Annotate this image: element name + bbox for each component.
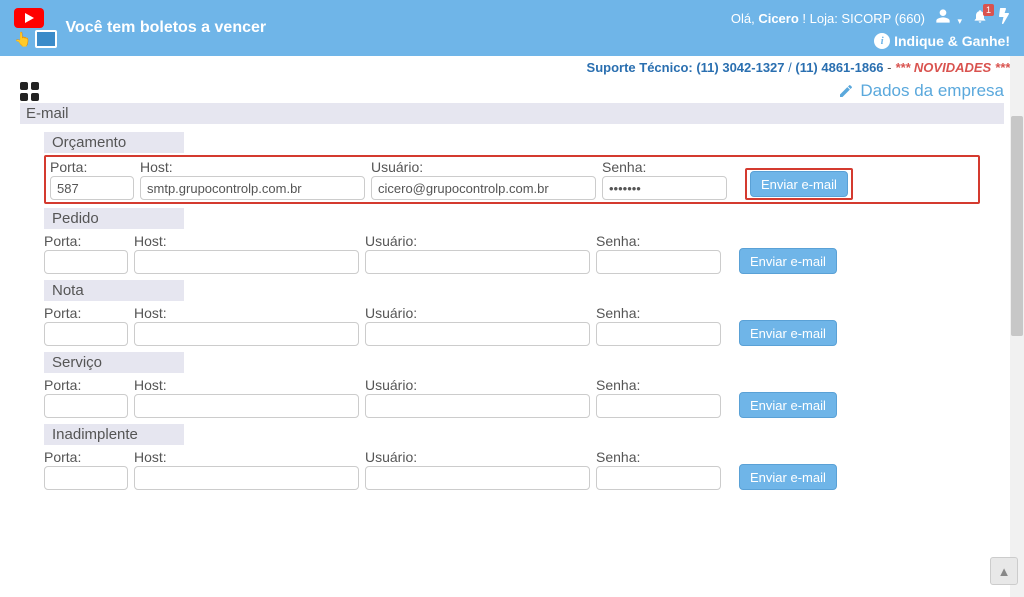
send-button-wrap-orcamento: Enviar e-mail: [745, 168, 853, 200]
orcamento-host-input[interactable]: [140, 176, 365, 200]
user-name: Cicero: [758, 11, 798, 26]
support-phone-2[interactable]: (11) 4861-1866: [795, 60, 883, 75]
nota-usuario-input[interactable]: [365, 322, 590, 346]
orcamento-porta-input[interactable]: [50, 176, 134, 200]
servico-senha-input[interactable]: [596, 394, 721, 418]
bell-icon[interactable]: 1: [972, 8, 988, 29]
section-title-nota: Nota: [44, 280, 184, 301]
nota-porta-input[interactable]: [44, 322, 128, 346]
pedido-senha-input[interactable]: [596, 250, 721, 274]
label-host: Host:: [134, 305, 359, 321]
servico-usuario-input[interactable]: [365, 394, 590, 418]
label-host: Host:: [134, 377, 359, 393]
user-icon[interactable]: ▾: [935, 8, 962, 29]
label-senha: Senha:: [596, 449, 721, 465]
label-usuario: Usuário:: [365, 449, 590, 465]
inadimplente-senha-input[interactable]: [596, 466, 721, 490]
indique-ganhe-link[interactable]: i Indique & Ganhe!: [874, 33, 1010, 49]
inadimplente-host-input[interactable]: [134, 466, 359, 490]
inadimplente-porta-input[interactable]: [44, 466, 128, 490]
inadimplente-enviar-button[interactable]: Enviar e-mail: [739, 464, 837, 490]
content: Dados da empresa E-mail Orçamento Porta:…: [0, 79, 1024, 516]
label-porta: Porta:: [44, 305, 128, 321]
section-nota: Nota Porta: Host: Usuário: Senha: Enviar…: [44, 280, 980, 348]
section-title-pedido: Pedido: [44, 208, 184, 229]
info-icon: i: [874, 33, 890, 49]
label-host: Host:: [134, 449, 359, 465]
novidades-link[interactable]: *** NOVIDADES ***: [895, 60, 1010, 75]
label-senha: Senha:: [596, 305, 721, 321]
nota-senha-input[interactable]: [596, 322, 721, 346]
apps-grid-icon[interactable]: [20, 82, 39, 101]
youtube-icon[interactable]: [14, 8, 44, 28]
monitor-icon[interactable]: [35, 30, 57, 48]
caret-down-icon: ▾: [957, 16, 962, 26]
label-host: Host:: [140, 159, 365, 175]
vertical-scrollbar[interactable]: [1010, 56, 1024, 597]
orcamento-senha-input[interactable]: [602, 176, 727, 200]
nota-enviar-button[interactable]: Enviar e-mail: [739, 320, 837, 346]
form-row-servico: Porta: Host: Usuário: Senha: Enviar e-ma…: [44, 375, 980, 420]
inadimplente-usuario-input[interactable]: [365, 466, 590, 490]
section-orcamento: Orçamento Porta: Host: Usuário: Senha: E…: [44, 132, 980, 204]
label-porta: Porta:: [50, 159, 134, 175]
topbar-icons: ▾ 1: [935, 8, 1010, 29]
section-pedido: Pedido Porta: Host: Usuário: Senha: Envi…: [44, 208, 980, 276]
label-senha: Senha:: [596, 377, 721, 393]
label-porta: Porta:: [44, 449, 128, 465]
dados-empresa-link[interactable]: Dados da empresa: [838, 81, 1004, 101]
form-row-inadimplente: Porta: Host: Usuário: Senha: Enviar e-ma…: [44, 447, 980, 492]
pedido-porta-input[interactable]: [44, 250, 128, 274]
pedido-enviar-button[interactable]: Enviar e-mail: [739, 248, 837, 274]
page-heading: E-mail: [20, 103, 1004, 124]
topbar-right: Olá, Cicero ! Loja: SICORP (660) ▾ 1 i I…: [731, 8, 1010, 49]
form-row-pedido: Porta: Host: Usuário: Senha: Enviar e-ma…: [44, 231, 980, 276]
form-row-orcamento: Porta: Host: Usuário: Senha: Enviar e-ma…: [44, 155, 980, 204]
label-usuario: Usuário:: [365, 305, 590, 321]
section-title-inadimplente: Inadimplente: [44, 424, 184, 445]
label-usuario: Usuário:: [365, 233, 590, 249]
section-inadimplente: Inadimplente Porta: Host: Usuário: Senha…: [44, 424, 980, 492]
bolt-icon[interactable]: [998, 8, 1010, 29]
servico-host-input[interactable]: [134, 394, 359, 418]
notification-badge: 1: [983, 4, 994, 16]
section-servico: Serviço Porta: Host: Usuário: Senha: Env…: [44, 352, 980, 420]
orcamento-enviar-button[interactable]: Enviar e-mail: [750, 171, 848, 197]
support-phone-1[interactable]: (11) 3042-1327: [696, 60, 784, 75]
topbar-left: 👆 Você tem boletos a vencer: [14, 8, 266, 48]
edit-icon: [838, 83, 854, 99]
servico-enviar-button[interactable]: Enviar e-mail: [739, 392, 837, 418]
boleto-warning-text[interactable]: Você tem boletos a vencer: [65, 19, 266, 37]
label-senha: Senha:: [596, 233, 721, 249]
label-usuario: Usuário:: [371, 159, 596, 175]
scroll-top-button[interactable]: ▲: [990, 557, 1018, 585]
servico-porta-input[interactable]: [44, 394, 128, 418]
greeting-text: Olá, Cicero ! Loja: SICORP (660): [731, 11, 925, 26]
label-senha: Senha:: [602, 159, 727, 175]
label-porta: Porta:: [44, 377, 128, 393]
pedido-usuario-input[interactable]: [365, 250, 590, 274]
support-bar: Suporte Técnico: (11) 3042-1327 / (11) 4…: [0, 56, 1024, 79]
topbar: 👆 Você tem boletos a vencer Olá, Cicero …: [0, 0, 1024, 56]
section-title-servico: Serviço: [44, 352, 184, 373]
topbar-user-row: Olá, Cicero ! Loja: SICORP (660) ▾ 1: [731, 8, 1010, 29]
toolbar: Dados da empresa: [20, 81, 1004, 101]
orcamento-usuario-input[interactable]: [371, 176, 596, 200]
hand-point-icon: 👆: [14, 31, 31, 48]
support-label: Suporte Técnico:: [587, 60, 697, 75]
nota-host-input[interactable]: [134, 322, 359, 346]
label-usuario: Usuário:: [365, 377, 590, 393]
form-row-nota: Porta: Host: Usuário: Senha: Enviar e-ma…: [44, 303, 980, 348]
label-host: Host:: [134, 233, 359, 249]
section-title-orcamento: Orçamento: [44, 132, 184, 153]
pedido-host-input[interactable]: [134, 250, 359, 274]
scrollbar-thumb[interactable]: [1011, 116, 1023, 336]
label-porta: Porta:: [44, 233, 128, 249]
